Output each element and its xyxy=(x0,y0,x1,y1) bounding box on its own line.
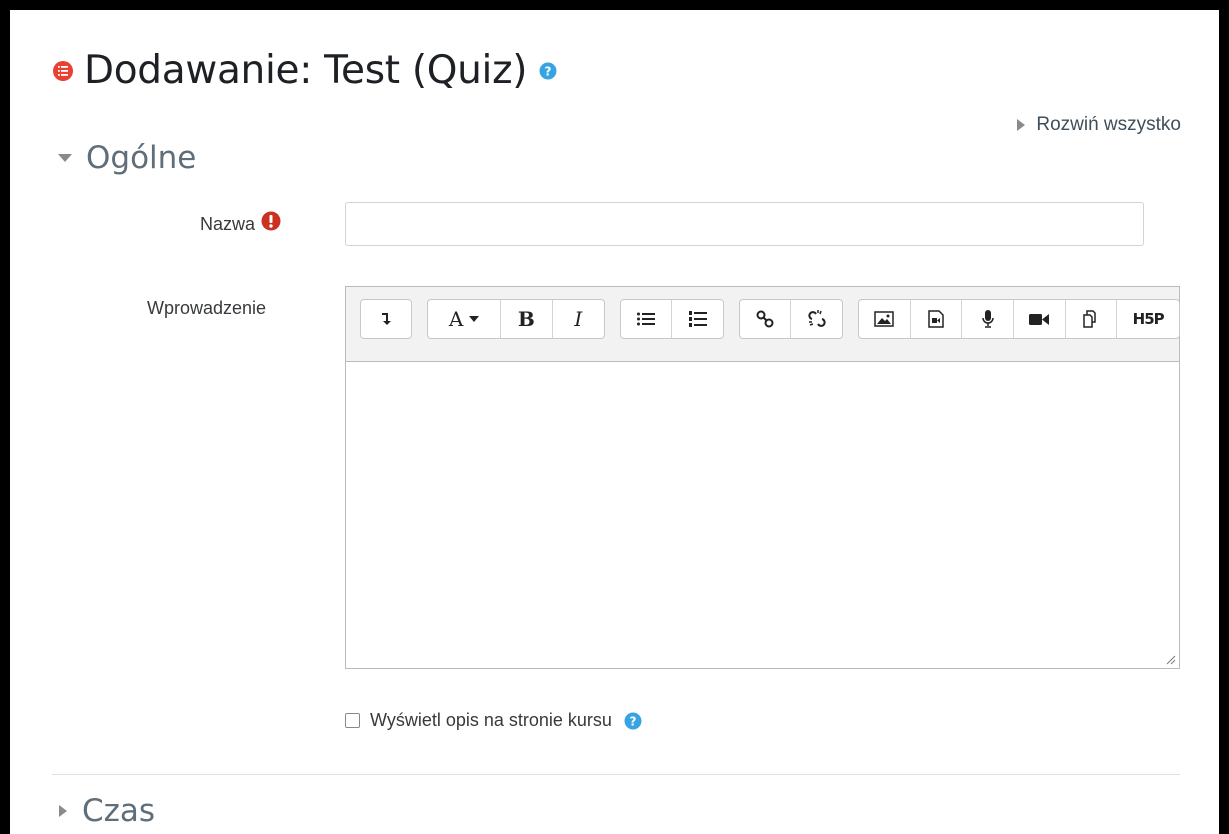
section-timing-toggle[interactable]: Czas xyxy=(58,793,155,829)
section-divider xyxy=(52,774,1180,775)
copy-files-icon xyxy=(1083,310,1096,328)
italic-label: I xyxy=(574,307,583,331)
quiz-activity-icon xyxy=(53,60,73,81)
unlink-icon xyxy=(807,310,826,327)
chevron-down-icon xyxy=(469,316,480,322)
image-icon xyxy=(874,311,895,327)
svg-text:?: ? xyxy=(545,64,552,78)
insert-image-button[interactable] xyxy=(859,300,911,338)
expand-all-link[interactable]: Rozwiń wszystko xyxy=(1016,114,1181,136)
intro-field-label: Wprowadzenie xyxy=(147,298,267,318)
toolbar-group-media: H5P xyxy=(858,299,1180,339)
section-general-toggle[interactable]: Ogólne xyxy=(58,140,196,176)
link-button[interactable] xyxy=(740,300,792,338)
svg-text:?: ? xyxy=(629,714,636,728)
insert-media-button[interactable] xyxy=(911,300,963,338)
link-icon xyxy=(756,310,774,328)
section-general-title: Ogólne xyxy=(86,140,197,176)
insert-h5p-button[interactable]: H5P xyxy=(1117,300,1179,338)
h5p-icon: H5P xyxy=(1132,310,1165,328)
unlink-button[interactable] xyxy=(791,300,842,338)
ordered-list-icon xyxy=(688,311,707,327)
toolbar-group-links xyxy=(739,299,843,339)
video-camera-icon xyxy=(1029,313,1050,325)
resize-grip-icon[interactable] xyxy=(1166,655,1176,665)
media-file-icon xyxy=(928,310,944,328)
intro-editor: A B I H5P xyxy=(345,286,1180,669)
microphone-icon xyxy=(981,310,994,328)
unordered-list-icon xyxy=(637,312,655,326)
toolbar-group-collapse xyxy=(360,299,412,339)
page-title: Dodawanie: Test (Quiz) xyxy=(84,48,528,93)
toolbar-group-lists xyxy=(620,299,724,339)
show-more-button[interactable] xyxy=(361,300,411,338)
name-input[interactable] xyxy=(345,202,1144,246)
italic-button[interactable]: I xyxy=(553,300,604,338)
required-icon xyxy=(261,211,281,230)
record-video-button[interactable] xyxy=(1014,300,1066,338)
unordered-list-button[interactable] xyxy=(621,300,673,338)
record-audio-button[interactable] xyxy=(962,300,1015,338)
caret-down-icon xyxy=(58,154,72,162)
show-description-checkbox[interactable] xyxy=(345,713,360,728)
manage-files-button[interactable] xyxy=(1066,300,1118,338)
help-icon[interactable]: ? xyxy=(539,62,557,80)
name-field-label: Nazwa xyxy=(200,211,281,235)
quiz-form-page: Dodawanie: Test (Quiz) ? Rozwiń wszystko… xyxy=(10,10,1219,834)
name-label-text: Nazwa xyxy=(200,214,256,234)
caret-right-icon xyxy=(59,805,67,817)
section-timing-title: Czas xyxy=(82,793,156,829)
caret-right-icon xyxy=(1017,119,1026,131)
toolbar-group-style: A B I xyxy=(427,299,605,339)
editor-content-area[interactable] xyxy=(346,361,1179,668)
bold-button[interactable]: B xyxy=(501,300,553,338)
show-description-label: Wyświetl opis na stronie kursu xyxy=(370,710,612,730)
paragraph-styles-button[interactable]: A xyxy=(428,300,502,338)
help-icon[interactable]: ? xyxy=(624,712,642,730)
show-description-row: Wyświetl opis na stronie kursu ? xyxy=(345,710,642,731)
expand-all-label: Rozwiń wszystko xyxy=(1036,114,1181,135)
show-more-icon xyxy=(382,313,391,325)
font-style-label: A xyxy=(448,307,464,331)
bold-label: B xyxy=(517,307,535,331)
ordered-list-button[interactable] xyxy=(672,300,723,338)
page-header: Dodawanie: Test (Quiz) ? xyxy=(52,48,557,93)
